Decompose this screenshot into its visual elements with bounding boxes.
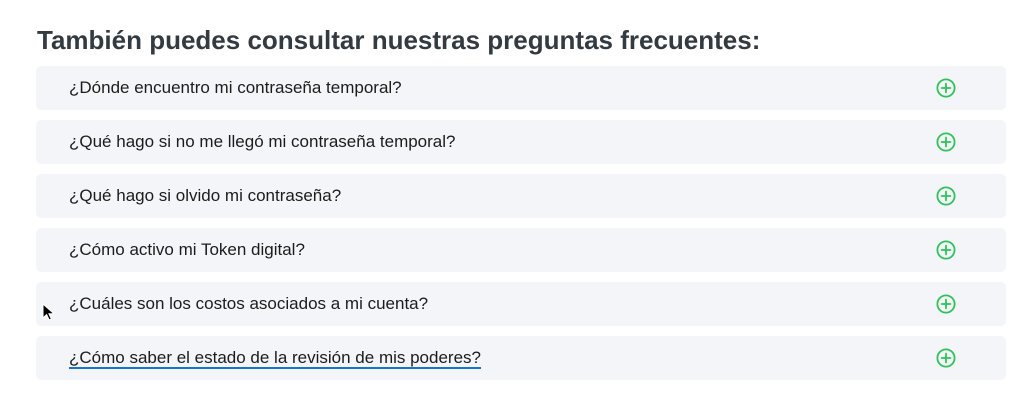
faq-item-olvido-contrasena[interactable]: ¿Qué hago si olvido mi contraseña? bbox=[36, 174, 1006, 218]
faq-question: ¿Qué hago si olvido mi contraseña? bbox=[69, 186, 342, 205]
faq-question: ¿Cómo activo mi Token digital? bbox=[69, 240, 305, 259]
faq-question-link[interactable]: ¿Cómo saber el estado de la revisión de … bbox=[69, 336, 481, 380]
faq-section: También puedes consultar nuestras pregun… bbox=[0, 0, 1028, 409]
faq-item-costos-cuenta[interactable]: ¿Cuáles son los costos asociados a mi cu… bbox=[36, 282, 1006, 326]
faq-question: ¿Cuáles son los costos asociados a mi cu… bbox=[69, 294, 429, 313]
faq-item-contrasena-temporal[interactable]: ¿Dónde encuentro mi contraseña temporal? bbox=[36, 66, 1006, 110]
faq-item-token-digital[interactable]: ¿Cómo activo mi Token digital? bbox=[36, 228, 1006, 272]
plus-circle-icon[interactable] bbox=[936, 240, 956, 260]
plus-circle-icon[interactable] bbox=[936, 294, 956, 314]
faq-list: ¿Dónde encuentro mi contraseña temporal?… bbox=[36, 66, 1006, 390]
plus-circle-icon[interactable] bbox=[936, 348, 956, 368]
faq-question: ¿Dónde encuentro mi contraseña temporal? bbox=[69, 78, 402, 97]
plus-circle-icon[interactable] bbox=[936, 78, 956, 98]
mouse-pointer-icon bbox=[42, 303, 56, 321]
faq-question: ¿Qué hago si no me llegó mi contraseña t… bbox=[69, 132, 456, 151]
plus-circle-icon[interactable] bbox=[936, 186, 956, 206]
faq-item-revision-poderes[interactable]: ¿Cómo saber el estado de la revisión de … bbox=[36, 336, 1006, 380]
faq-title: También puedes consultar nuestras pregun… bbox=[37, 25, 761, 55]
faq-item-no-llego-contrasena[interactable]: ¿Qué hago si no me llegó mi contraseña t… bbox=[36, 120, 1006, 164]
plus-circle-icon[interactable] bbox=[936, 132, 956, 152]
